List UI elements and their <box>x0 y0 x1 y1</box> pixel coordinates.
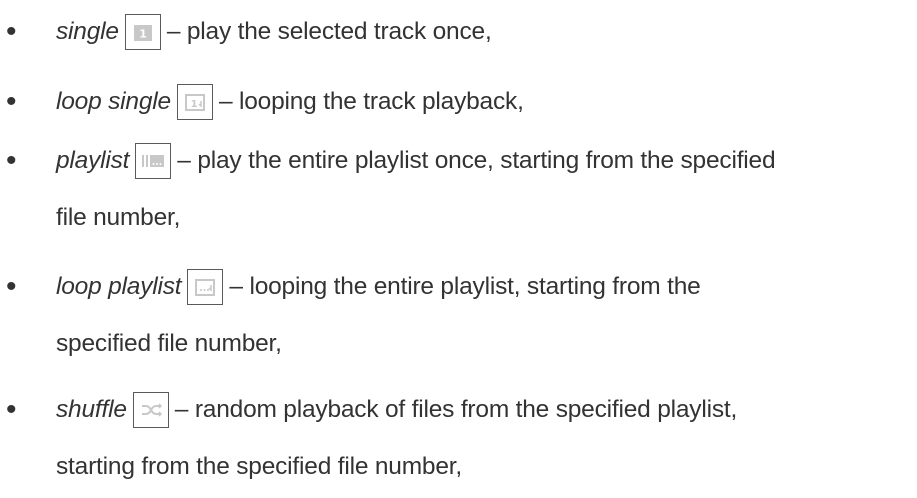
svg-text:1: 1 <box>191 99 198 110</box>
mode-description-continued: file number, <box>56 204 181 231</box>
svg-text:1: 1 <box>139 28 146 41</box>
bullet: • <box>6 15 17 48</box>
single-play-icon: 1 <box>124 14 161 50</box>
mode-description: – looping the track playback, <box>218 88 524 115</box>
bullet: • <box>6 144 17 177</box>
mode-description-continued: starting from the specified file number, <box>56 453 462 480</box>
list-item-continuation: file number, <box>56 198 180 238</box>
list-item-line: playlist – play the entire playlist once… <box>56 141 776 181</box>
loop-playlist-icon <box>187 269 224 305</box>
mode-description-continued: specified file number, <box>56 330 282 357</box>
playlist-icon <box>135 143 172 179</box>
mode-description: – random playback of files from the spec… <box>174 396 738 423</box>
mode-name: shuffle <box>56 396 127 423</box>
bullet: • <box>6 393 17 426</box>
shuffle-icon <box>132 392 169 428</box>
list-item-continuation: specified file number, <box>56 324 282 364</box>
list-item-line: shuffle – random playback of files from … <box>56 390 737 430</box>
mode-description: – play the selected track once, <box>166 18 492 45</box>
list-item-line: loop playlist – looping the entire playl… <box>56 267 701 307</box>
list-item-line: loop single 1 – looping the track playba… <box>56 82 524 122</box>
mode-name: single <box>56 18 119 45</box>
bullet: • <box>6 270 17 303</box>
loop-single-icon: 1 <box>176 84 213 120</box>
bullet: • <box>6 85 17 118</box>
mode-description: – play the entire playlist once, startin… <box>177 147 776 174</box>
list-item-continuation: starting from the specified file number, <box>56 447 462 487</box>
mode-name: loop single <box>56 88 171 115</box>
mode-name: loop playlist <box>56 273 182 300</box>
list-item-line: single 1 – play the selected track once, <box>56 12 492 52</box>
playback-mode-list: • single 1 – play the selected track onc… <box>0 0 917 498</box>
mode-name: playlist <box>56 147 130 174</box>
mode-description: – looping the entire playlist, starting … <box>229 273 701 300</box>
